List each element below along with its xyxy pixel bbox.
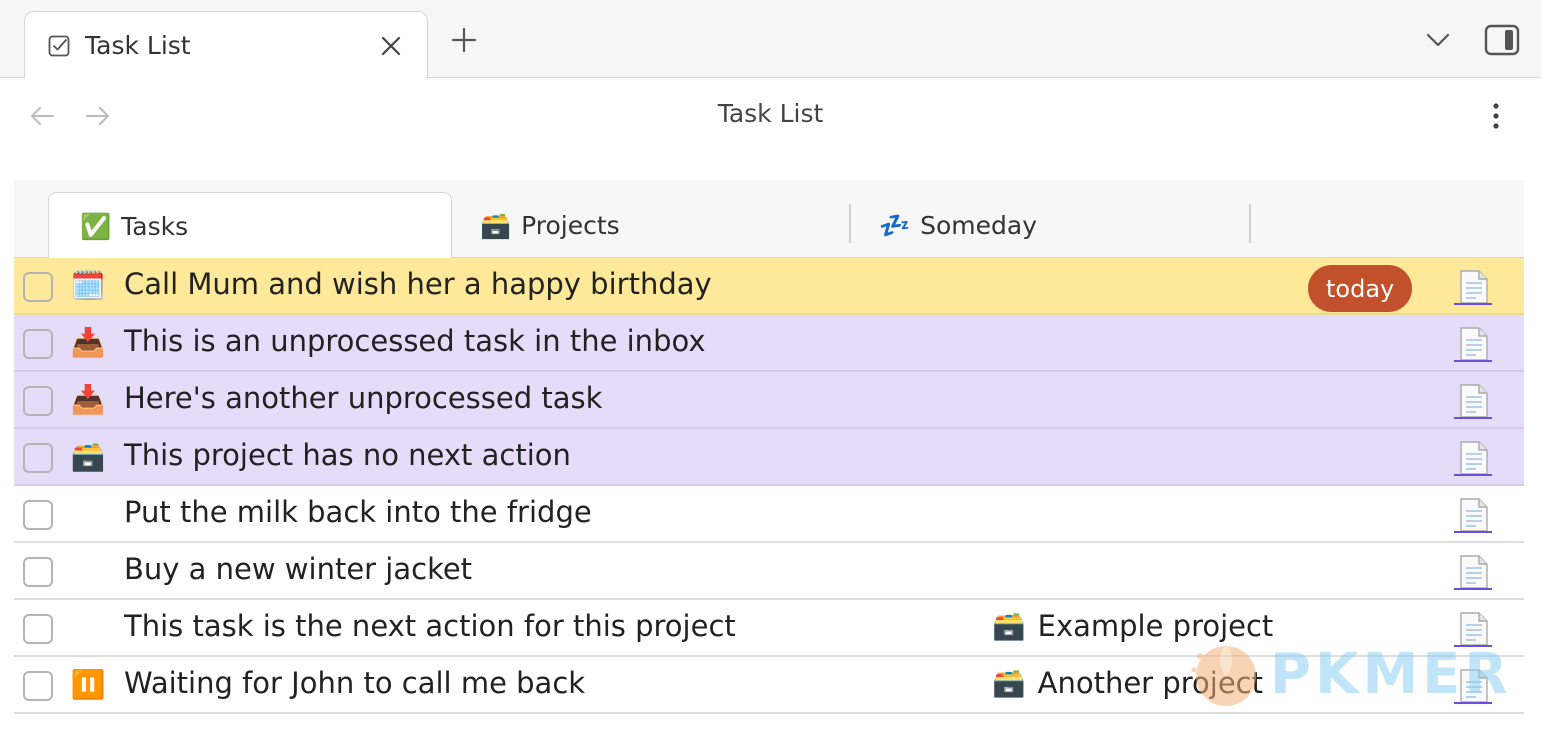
task-row[interactable]: 🗃️ This project has no next action <box>14 429 1524 486</box>
task-checkbox[interactable] <box>23 500 53 530</box>
tab-divider <box>1249 204 1251 243</box>
new-tab-button[interactable] <box>446 22 482 58</box>
task-list: 🗓️ Call Mum and wish her a happy birthda… <box>14 258 1524 714</box>
task-text[interactable]: Call Mum and wish her a happy birthday <box>124 267 712 301</box>
open-note-icon[interactable] <box>1454 268 1492 306</box>
task-text[interactable]: This project has no next action <box>124 438 571 472</box>
task-row[interactable]: 🗓️ Call Mum and wish her a happy birthda… <box>14 258 1524 315</box>
task-text[interactable]: Put the milk back into the fridge <box>124 495 592 529</box>
open-note-icon[interactable] <box>1454 667 1492 705</box>
zzz-icon: 💤 <box>879 211 911 240</box>
chevron-down-icon <box>1426 33 1450 47</box>
sidebar-toggle-icon <box>1484 24 1520 56</box>
tab-strip: Task List <box>0 0 1541 79</box>
more-options-button[interactable] <box>1478 98 1514 134</box>
task-text[interactable]: This task is the next action for this pr… <box>124 609 736 643</box>
view-tabs: ✅ Tasks 🗃️ Projects 💤 Someday <box>14 180 1524 259</box>
open-note-icon[interactable] <box>1454 610 1492 648</box>
task-checkbox[interactable] <box>23 443 53 473</box>
project-link[interactable]: 🗃️ Another project <box>992 666 1263 700</box>
card-file-box-icon: 🗃️ <box>480 211 512 240</box>
task-row[interactable]: This task is the next action for this pr… <box>14 600 1524 657</box>
checkbox-square-icon <box>48 35 70 56</box>
tab-label: Someday <box>920 211 1038 240</box>
toggle-sidebar-button[interactable] <box>1482 22 1522 58</box>
task-row[interactable]: Buy a new winter jacket <box>14 543 1524 600</box>
task-checkbox[interactable] <box>23 272 53 302</box>
pause-button-icon: ⏸️ <box>70 668 106 701</box>
inbox-tray-icon: 📥 <box>70 326 106 359</box>
project-name: Example project <box>1037 609 1274 643</box>
card-file-box-icon: 🗃️ <box>992 667 1026 699</box>
project-link[interactable]: 🗃️ Example project <box>992 609 1273 643</box>
task-row[interactable]: Put the milk back into the fridge <box>14 486 1524 543</box>
task-text[interactable]: Buy a new winter jacket <box>124 552 472 586</box>
task-checkbox[interactable] <box>23 614 53 644</box>
task-checkbox[interactable] <box>23 329 53 359</box>
task-text[interactable]: Waiting for John to call me back <box>124 666 585 700</box>
tab-label: Projects <box>521 211 620 240</box>
tab-list-dropdown-button[interactable] <box>1420 22 1456 58</box>
task-checkbox[interactable] <box>23 557 53 587</box>
inbox-tray-icon: 📥 <box>70 383 106 416</box>
tab-tasks[interactable]: ✅ Tasks <box>48 192 452 259</box>
open-note-icon[interactable] <box>1454 496 1492 534</box>
task-checkbox[interactable] <box>23 671 53 701</box>
tab-projects[interactable]: 🗃️ Projects <box>452 192 848 259</box>
open-note-icon[interactable] <box>1454 439 1492 477</box>
task-text[interactable]: This is an unprocessed task in the inbox <box>124 324 706 358</box>
tab-label: Tasks <box>121 211 189 241</box>
task-checkbox[interactable] <box>23 386 53 416</box>
close-icon <box>381 36 401 55</box>
card-file-box-icon: 🗃️ <box>992 610 1026 642</box>
task-text[interactable]: Here's another unprocessed task <box>124 381 602 415</box>
due-today-badge: today <box>1308 265 1413 312</box>
plus-icon <box>451 27 477 53</box>
more-vertical-icon <box>1493 103 1499 129</box>
open-note-icon[interactable] <box>1454 382 1492 420</box>
view-title: Task List <box>717 99 824 128</box>
task-row[interactable]: 📥 Here's another unprocessed task <box>14 372 1524 429</box>
check-mark-icon: ✅ <box>80 211 112 241</box>
close-tab-button[interactable] <box>373 28 409 64</box>
card-file-box-icon: 🗃️ <box>70 440 106 473</box>
task-row[interactable]: 📥 This is an unprocessed task in the inb… <box>14 315 1524 372</box>
task-row[interactable]: ⏸️ Waiting for John to call me back 🗃️ A… <box>14 657 1524 714</box>
browser-tab-title: Task List <box>85 31 191 60</box>
calendar-icon: 🗓️ <box>70 269 106 302</box>
tab-someday[interactable]: 💤 Someday <box>851 192 1247 259</box>
browser-tab-task-list[interactable]: Task List <box>24 11 428 79</box>
open-note-icon[interactable] <box>1454 325 1492 363</box>
project-name: Another project <box>1037 666 1263 700</box>
open-note-icon[interactable] <box>1454 553 1492 591</box>
